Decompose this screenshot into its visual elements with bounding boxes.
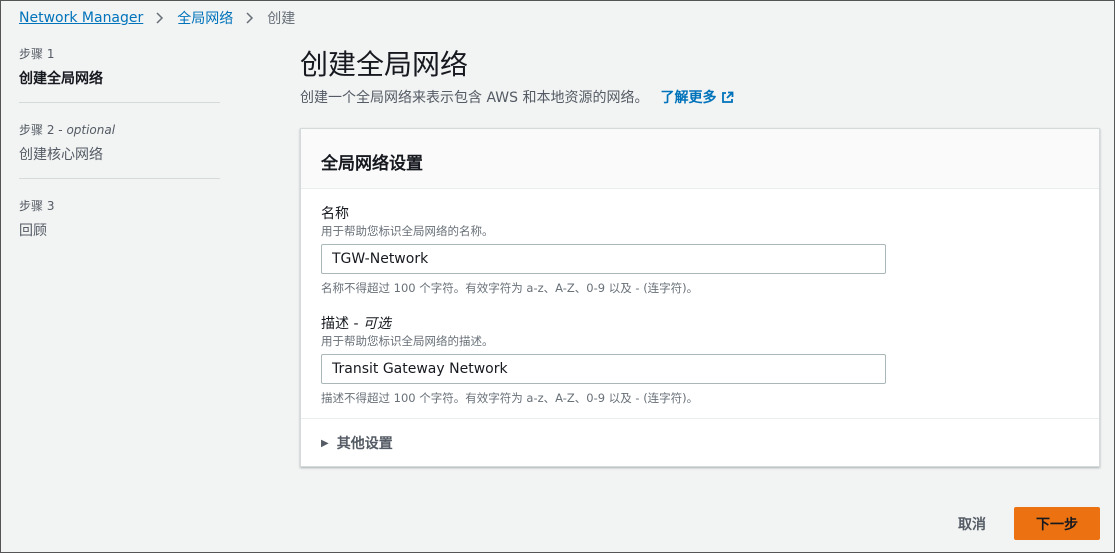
step-title-review[interactable]: 回顾 bbox=[19, 220, 220, 240]
description-hint: 用于帮助您标识全局网络的描述。 bbox=[321, 334, 494, 348]
step-title-create-global-network: 创建全局网络 bbox=[19, 71, 103, 87]
breadcrumb-network-manager[interactable]: Network Manager bbox=[19, 10, 143, 26]
description-label: 描述 - 可选 bbox=[321, 316, 391, 332]
external-link-icon bbox=[722, 91, 734, 103]
name-field: 名称 用于帮助您标识全局网络的名称。 名称不得超过 100 个字符。有效字符为 … bbox=[321, 205, 886, 296]
divider bbox=[301, 418, 1099, 419]
wizard-step-3: 步骤 3 回顾 bbox=[19, 197, 220, 254]
main-content: 创建全局网络 创建一个全局网络来表示包含 AWS 和本地资源的网络。 了解更多 bbox=[300, 45, 1100, 107]
wizard-step-2: 步骤 2 - optional 创建核心网络 bbox=[19, 121, 220, 179]
caret-right-icon: ▶ bbox=[321, 437, 329, 449]
chevron-right-icon bbox=[156, 12, 164, 24]
wizard-step-1: 步骤 1 创建全局网络 bbox=[19, 45, 220, 103]
cancel-button[interactable]: 取消 bbox=[943, 508, 1001, 540]
description-field: 描述 - 可选 用于帮助您标识全局网络的描述。 描述不得超过 100 个字符。有… bbox=[321, 315, 886, 406]
wizard-steps: 步骤 1 创建全局网络 步骤 2 - optional 创建核心网络 步骤 3 … bbox=[19, 45, 220, 272]
page-description: 创建一个全局网络来表示包含 AWS 和本地资源的网络。 了解更多 bbox=[300, 87, 1100, 107]
chevron-right-icon bbox=[246, 12, 254, 24]
description-constraint: 描述不得超过 100 个字符。有效字符为 a-z、A-Z、0-9 以及 - (连… bbox=[321, 391, 699, 405]
learn-more-link[interactable]: 了解更多 bbox=[660, 87, 734, 107]
global-network-settings-panel: 全局网络设置 名称 用于帮助您标识全局网络的名称。 名称不得超过 100 个字符… bbox=[300, 128, 1100, 467]
step-label: 步骤 2 - optional bbox=[19, 123, 116, 137]
next-button[interactable]: 下一步 bbox=[1014, 507, 1100, 540]
step-label: 步骤 1 bbox=[19, 47, 55, 61]
name-label: 名称 bbox=[321, 206, 349, 222]
name-input[interactable] bbox=[321, 244, 886, 274]
breadcrumb-global-networks[interactable]: 全局网络 bbox=[177, 8, 233, 28]
description-input[interactable] bbox=[321, 354, 886, 384]
step-title-create-core-network[interactable]: 创建核心网络 bbox=[19, 144, 220, 164]
step-label: 步骤 3 bbox=[19, 199, 55, 213]
panel-header: 全局网络设置 bbox=[301, 129, 1099, 189]
additional-settings-expander[interactable]: ▶ 其他设置 bbox=[321, 433, 393, 453]
breadcrumb: Network Manager 全局网络 创建 bbox=[19, 8, 295, 28]
page-title: 创建全局网络 bbox=[300, 48, 469, 81]
name-hint: 用于帮助您标识全局网络的名称。 bbox=[321, 224, 494, 238]
name-constraint: 名称不得超过 100 个字符。有效字符为 a-z、A-Z、0-9 以及 - (连… bbox=[321, 281, 699, 295]
breadcrumb-current: 创建 bbox=[267, 11, 296, 27]
